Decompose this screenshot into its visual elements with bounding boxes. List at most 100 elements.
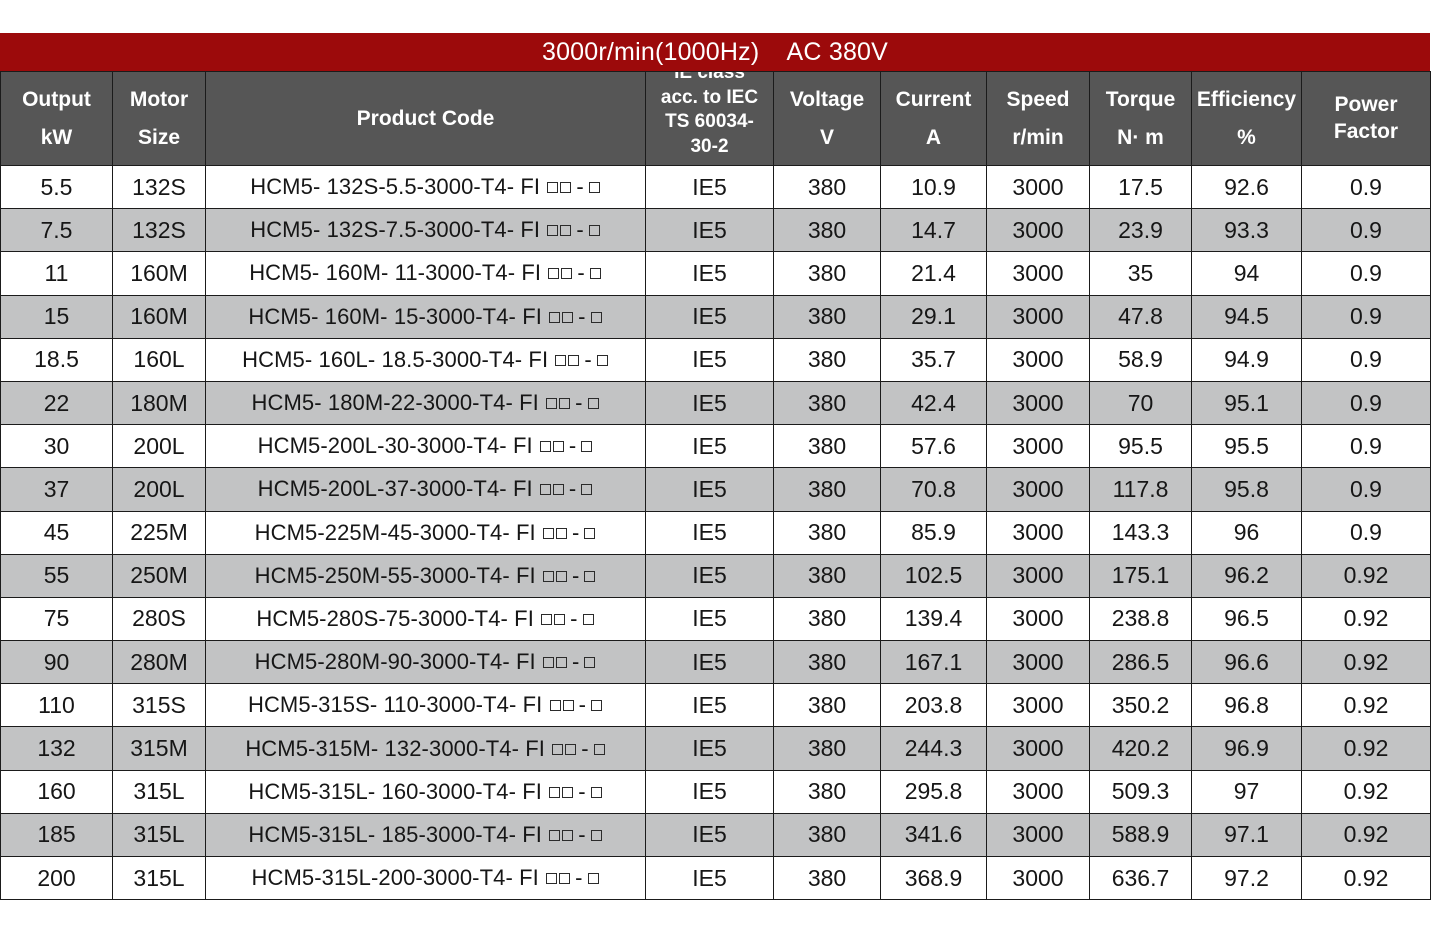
code-option-square-icon	[542, 657, 554, 669]
header-torque-unit: N· m	[1117, 125, 1164, 149]
header-torque-name: Torque	[1105, 87, 1176, 111]
cell-speed: 3000	[986, 683, 1090, 728]
cell-output: 30	[0, 424, 113, 469]
cell-power-factor: 0.9	[1301, 380, 1431, 426]
cell-product-code: HCM5- 160M- 11-3000-T4- FI -	[205, 251, 646, 296]
cell-product-code: HCM5- 180M-22-3000-T4- FI -	[205, 380, 646, 426]
cell-voltage: 380	[773, 769, 881, 814]
header-speed-unit: r/min	[1012, 125, 1064, 149]
product-code-text: HCM5- 180M-22-3000-T4- FI	[251, 390, 539, 416]
cell-current: 42.4	[880, 380, 987, 426]
cell-ie-class: IE5	[645, 208, 774, 253]
cell-current: 341.6	[880, 812, 987, 858]
table-row: 22 180M HCM5- 180M-22-3000-T4- FI - IE5 380 4…	[0, 380, 1431, 426]
code-option-square-icon	[562, 311, 574, 323]
cell-output: 185	[0, 812, 113, 858]
code-separator-dash: -	[578, 692, 587, 718]
cell-output: 22	[0, 380, 113, 426]
cell-output: 90	[0, 640, 113, 685]
cell-torque: 509.3	[1089, 769, 1192, 814]
product-code-text: HCM5-250M-55-3000-T4- FI	[254, 562, 536, 588]
table-row: 132 315M HCM5-315M- 132-3000-T4- FI - IE5 38…	[0, 726, 1431, 771]
cell-ie-class: IE5	[645, 337, 774, 382]
code-option-square-icon	[568, 354, 580, 366]
cell-voltage: 380	[773, 640, 881, 685]
cell-voltage: 380	[773, 855, 881, 901]
cell-speed: 3000	[986, 164, 1090, 210]
cell-product-code: HCM5-315L- 160-3000-T4- FI -	[205, 769, 646, 814]
cell-efficiency: 96.5	[1191, 596, 1302, 642]
code-option-square-icon	[549, 829, 561, 841]
product-code-text: HCM5- 160M- 15-3000-T4- FI	[248, 303, 542, 329]
header-ie-class-line1: IE class	[674, 71, 745, 84]
cell-ie-class: IE5	[645, 510, 774, 555]
cell-motor-size: 180M	[112, 380, 206, 426]
cell-motor-size: 280S	[112, 596, 206, 642]
cell-speed: 3000	[986, 769, 1090, 814]
code-option-square-icon	[542, 527, 554, 539]
header-ie-class-line3: TS 60034-	[665, 111, 754, 133]
code-option-square-icon	[559, 398, 571, 410]
cell-speed: 3000	[986, 553, 1090, 598]
code-option-square-icon	[552, 743, 564, 755]
code-option-square-icon	[562, 700, 574, 712]
cell-power-factor: 0.9	[1301, 337, 1431, 382]
column-header-current: Current A	[880, 71, 987, 166]
table-row: 110 315S HCM5-315S- 110-3000-T4- FI - IE5 38…	[0, 683, 1431, 728]
cell-power-factor: 0.9	[1301, 251, 1431, 296]
cell-output: 200	[0, 855, 113, 901]
cell-output: 11	[0, 251, 113, 296]
cell-efficiency: 96.9	[1191, 726, 1302, 771]
code-option-square-icon	[549, 786, 561, 798]
cell-power-factor: 0.92	[1301, 596, 1431, 642]
cell-current: 368.9	[880, 855, 987, 901]
cell-efficiency: 95.5	[1191, 424, 1302, 469]
cell-motor-size: 315L	[112, 812, 206, 858]
product-code-text: HCM5- 132S-5.5-3000-T4- FI	[250, 174, 541, 200]
cell-ie-class: IE5	[645, 424, 774, 469]
cell-torque: 23.9	[1089, 208, 1192, 253]
cell-power-factor: 0.92	[1301, 812, 1431, 858]
cell-product-code: HCM5- 132S-7.5-3000-T4- FI -	[205, 208, 646, 253]
cell-torque: 175.1	[1089, 553, 1192, 598]
column-header-product-code: Product Code	[205, 71, 646, 166]
cell-power-factor: 0.9	[1301, 164, 1431, 210]
cell-motor-size: 315L	[112, 855, 206, 901]
cell-power-factor: 0.9	[1301, 208, 1431, 253]
cell-output: 45	[0, 510, 113, 555]
header-ie-class-text: IE class acc. to IEC TS 60034- 30-2	[647, 71, 773, 160]
header-voltage-name: Voltage	[789, 87, 865, 111]
code-option-square-icon	[590, 311, 602, 323]
code-option-square-icon	[547, 225, 559, 237]
code-separator-dash: -	[578, 303, 586, 329]
header-current-name: Current	[895, 87, 972, 111]
cell-torque: 117.8	[1089, 467, 1192, 512]
product-code-text: HCM5-225M-45-3000-T4- FI	[254, 519, 536, 545]
cell-product-code: HCM5-315M- 132-3000-T4- FI -	[205, 726, 646, 771]
code-option-square-icon	[546, 873, 558, 885]
code-option-square-icon	[555, 354, 567, 366]
cell-efficiency: 96	[1191, 510, 1302, 555]
cell-power-factor: 0.92	[1301, 726, 1431, 771]
cell-voltage: 380	[773, 812, 881, 858]
product-code-text: HCM5-200L-30-3000-T4- FI	[257, 433, 533, 459]
code-separator-dash: -	[570, 605, 578, 631]
code-option-square-icon	[584, 527, 596, 539]
code-option-square-icon	[548, 268, 560, 280]
cell-efficiency: 96.6	[1191, 640, 1302, 685]
code-separator-dash: -	[575, 865, 583, 891]
code-option-square-icon	[588, 225, 600, 237]
cell-power-factor: 0.9	[1301, 510, 1431, 555]
cell-motor-size: 160L	[112, 337, 206, 382]
cell-efficiency: 95.1	[1191, 380, 1302, 426]
motor-specification-table: Output kW Motor Size Product Code IE cla…	[0, 71, 1431, 901]
code-option-square-icon	[549, 700, 561, 712]
table-body: 5.5 132S HCM5- 132S-5.5-3000-T4- FI - IE5 38…	[0, 164, 1431, 901]
cell-efficiency: 94.9	[1191, 337, 1302, 382]
cell-voltage: 380	[773, 510, 881, 555]
column-header-motor-size: Motor Size	[112, 71, 206, 166]
cell-product-code: HCM5-315L-200-3000-T4- FI -	[205, 855, 646, 901]
cell-ie-class: IE5	[645, 769, 774, 814]
cell-current: 70.8	[880, 467, 987, 512]
header-efficiency-unit: %	[1237, 125, 1256, 149]
